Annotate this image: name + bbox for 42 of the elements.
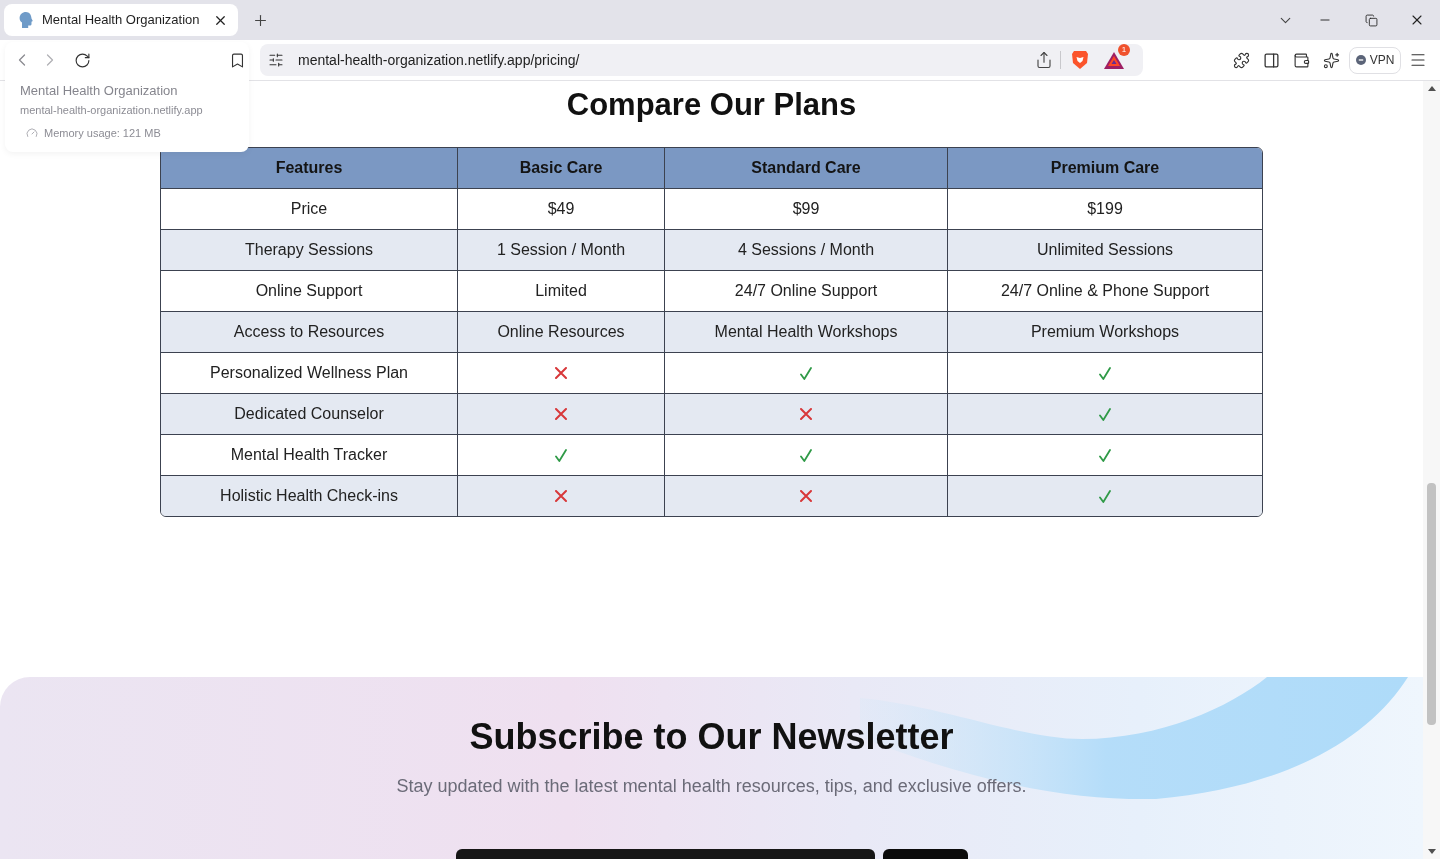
site-settings-icon[interactable] xyxy=(268,52,284,68)
menu-icon xyxy=(1409,51,1427,69)
wallet-icon xyxy=(1292,51,1310,69)
table-cell: 4 Sessions / Month xyxy=(665,230,948,270)
table-cell: Online Resources xyxy=(458,312,665,352)
sidebar-icon xyxy=(1262,51,1280,69)
restore-icon xyxy=(1364,13,1378,27)
address-bar[interactable]: mental-health-organization.netlify.app/pricing/ 1 xyxy=(260,44,1143,76)
browser-tab[interactable]: Mental Health Organization xyxy=(4,4,238,36)
newsletter-title: Subscribe to Our Newsletter xyxy=(469,715,954,759)
table-cell: Premium Workshops xyxy=(948,312,1262,352)
column-header: Features xyxy=(161,148,458,188)
table-cell: Dedicated Counselor xyxy=(161,394,458,434)
column-header: Premium Care xyxy=(948,148,1262,188)
table-cell: Mental Health Workshops xyxy=(665,312,948,352)
table-cell: Therapy Sessions xyxy=(161,230,458,270)
vpn-button[interactable]: VPN xyxy=(1349,46,1401,74)
scroll-up-arrow[interactable] xyxy=(1427,86,1436,91)
lion-shield-icon[interactable] xyxy=(1071,50,1089,70)
table-cell: Holistic Health Check-ins xyxy=(161,476,458,516)
share-icon[interactable] xyxy=(1035,51,1053,69)
column-header: Standard Care xyxy=(665,148,948,188)
newsletter-subtitle: Stay updated with the latest mental health resources, tips, and exclusive offers. xyxy=(396,775,1027,798)
head-icon xyxy=(19,12,33,28)
triangle-icon[interactable] xyxy=(1104,51,1124,69)
gauge-icon xyxy=(26,127,38,139)
notification-count: 1 xyxy=(1118,43,1130,56)
hover-card-title: Mental Health Organization xyxy=(20,83,178,99)
column-header: Basic Care xyxy=(458,148,665,188)
table-cell: 1 Session / Month xyxy=(458,230,665,270)
section-title: Compare Our Plans xyxy=(566,86,857,124)
url-text: mental-health-organization.netlify.app/pricing/ xyxy=(298,50,581,70)
reload-icon xyxy=(73,51,91,69)
table-cell: Access to Resources xyxy=(161,312,458,352)
minus-circle-icon xyxy=(1355,55,1366,65)
hover-card-url: mental-health-organization.netlify.app xyxy=(20,103,203,117)
puzzle-icon xyxy=(1232,51,1250,69)
scrollbar-thumb[interactable] xyxy=(1427,483,1436,725)
memory-usage-text: Memory usage: 121 MB xyxy=(44,126,161,140)
table-cell: Unlimited Sessions xyxy=(948,230,1262,270)
sparkle-icon xyxy=(1322,51,1340,69)
scroll-down-arrow[interactable] xyxy=(1427,849,1436,854)
